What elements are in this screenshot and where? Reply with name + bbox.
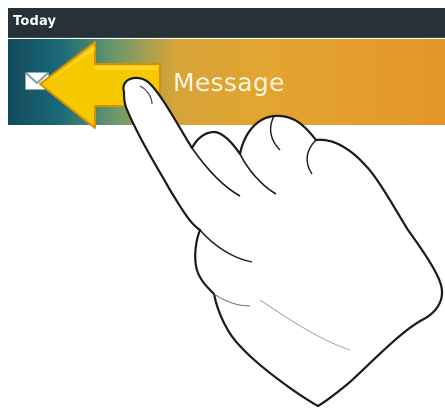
message-label: Message <box>173 68 285 97</box>
hand-swipe-icon <box>122 76 444 408</box>
today-section-header: Today <box>8 8 445 38</box>
section-header-label: Today <box>13 14 57 29</box>
message-notification-row[interactable]: Message <box>8 39 445 125</box>
